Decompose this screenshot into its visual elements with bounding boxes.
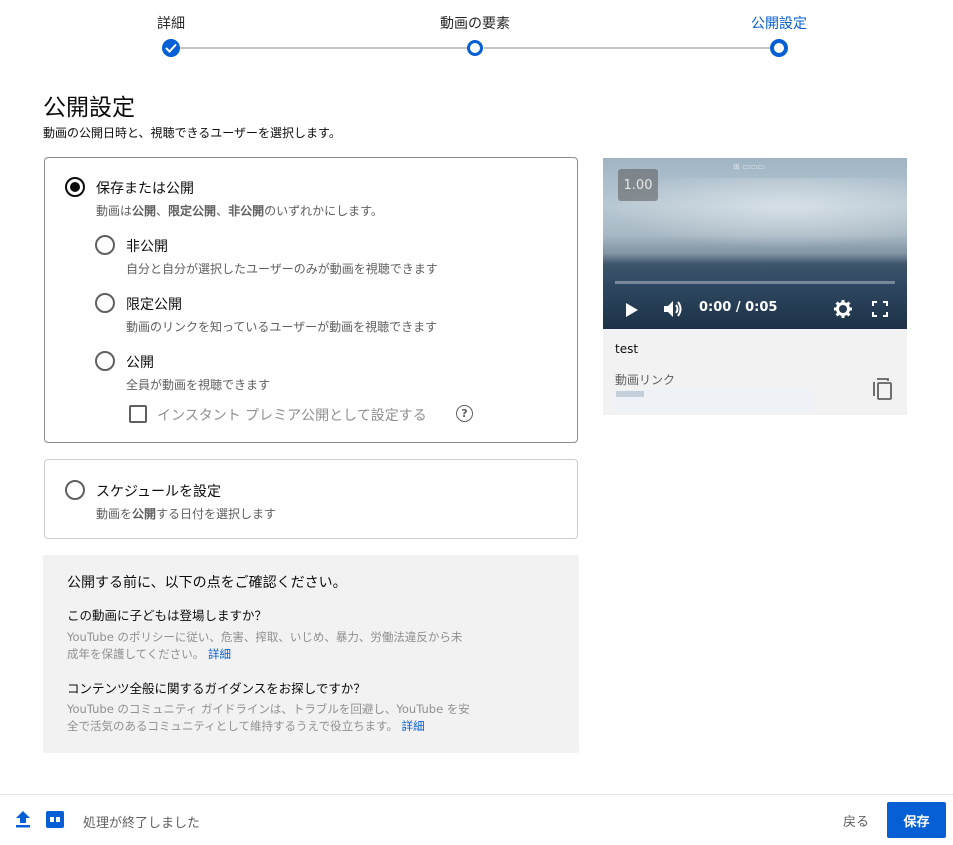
video-player[interactable]: ⊞ ▭▭▭ 1.00 0:00 / 0:05 xyxy=(603,158,907,329)
step-visited-dot-icon[interactable] xyxy=(467,40,483,56)
page-subtitle: 動画の公開日時と、視聴できるユーザーを選択します。 xyxy=(43,126,341,140)
learn-more-link[interactable]: 詳細 xyxy=(402,719,425,733)
checklist-question-guidelines: コンテンツ全般に関するガイダンスをお探しですか？ xyxy=(67,681,366,696)
step-connector xyxy=(484,47,771,49)
back-button[interactable]: 戻る xyxy=(834,802,878,838)
instant-premiere-checkbox[interactable] xyxy=(129,405,147,423)
step-label-details[interactable]: 詳細 xyxy=(157,13,185,33)
copy-icon[interactable] xyxy=(873,378,893,400)
schedule-desc: 動画を公開する日付を選択します xyxy=(96,507,277,521)
play-icon[interactable] xyxy=(625,302,639,318)
unlisted-option-desc: 動画のリンクを知っているユーザーが動画を視聴できます xyxy=(126,320,438,334)
learn-more-link[interactable]: 詳細 xyxy=(208,647,231,661)
schedule-title: スケジュールを設定 xyxy=(96,484,222,500)
public-option-desc: 全員が動画を視聴できます xyxy=(126,378,271,392)
footer-bar: 処理が終了しました 戻る 保存 xyxy=(0,794,953,845)
page-title: 公開設定 xyxy=(43,95,135,121)
pre-publish-checklist: 公開する前に、以下の点をご確認ください。 この動画に子どもは登場しますか？ Yo… xyxy=(43,555,579,753)
fullscreen-icon[interactable] xyxy=(872,301,888,317)
public-option-title: 公開 xyxy=(126,355,154,371)
schedule-radio[interactable] xyxy=(65,480,85,500)
checklist-heading: 公開する前に、以下の点をご確認ください。 xyxy=(67,575,347,591)
unlisted-radio[interactable] xyxy=(95,293,115,313)
hd-processing-icon[interactable] xyxy=(46,811,64,828)
video-link-url[interactable] xyxy=(614,389,814,411)
save-or-publish-title: 保存または公開 xyxy=(96,181,194,197)
upload-icon[interactable] xyxy=(15,810,31,829)
watermark: ⊞ ▭▭▭ xyxy=(733,162,765,171)
save-or-publish-desc: 動画は公開、限定公開、非公開のいずれかにします。 xyxy=(96,204,383,218)
stepper: 詳細 動画の要素 公開設定 xyxy=(0,0,953,70)
step-label-video-elements[interactable]: 動画の要素 xyxy=(440,13,510,33)
schedule-card: スケジュールを設定 動画を公開する日付を選択します xyxy=(44,459,578,539)
save-or-publish-radio[interactable] xyxy=(65,177,85,197)
unlisted-option-title: 限定公開 xyxy=(126,297,182,313)
video-link-label: 動画リンク xyxy=(615,373,676,387)
private-option-title: 非公開 xyxy=(126,239,168,255)
settings-gear-icon[interactable] xyxy=(834,300,852,318)
video-time: 0:00 / 0:05 xyxy=(699,300,778,315)
checklist-text-children: YouTube のポリシーに従い、危害、搾取、いじめ、暴力、労働法違反から未 成年… xyxy=(67,630,463,661)
video-title: test xyxy=(615,342,639,356)
private-option-desc: 自分と自分が選択したユーザーのみが動画を視聴できます xyxy=(126,262,438,276)
help-icon[interactable]: ? xyxy=(456,405,473,422)
video-progress-bar[interactable] xyxy=(615,281,895,284)
instant-premiere-label: インスタント プレミア公開として設定する xyxy=(157,408,427,424)
step-done-check-icon[interactable] xyxy=(162,39,180,57)
playback-speed-badge: 1.00 xyxy=(618,169,658,201)
save-button[interactable]: 保存 xyxy=(887,802,946,838)
step-current-dot-icon[interactable] xyxy=(770,39,788,57)
checklist-text-guidelines: YouTube のコミュニティ ガイドラインは、トラブルを回避し、YouTube… xyxy=(67,702,470,733)
public-radio[interactable] xyxy=(95,351,115,371)
step-label-visibility[interactable]: 公開設定 xyxy=(751,13,807,33)
save-or-publish-card: 保存または公開 動画は公開、限定公開、非公開のいずれかにします。 非公開 自分と… xyxy=(44,157,578,443)
private-radio[interactable] xyxy=(95,235,115,255)
video-preview-panel: ⊞ ▭▭▭ 1.00 0:00 / 0:05 test 動画リンク xyxy=(603,158,907,415)
step-connector xyxy=(180,47,467,49)
processing-status: 処理が終了しました xyxy=(83,816,201,831)
volume-icon[interactable] xyxy=(663,299,685,319)
checklist-question-children: この動画に子どもは登場しますか？ xyxy=(67,608,268,623)
